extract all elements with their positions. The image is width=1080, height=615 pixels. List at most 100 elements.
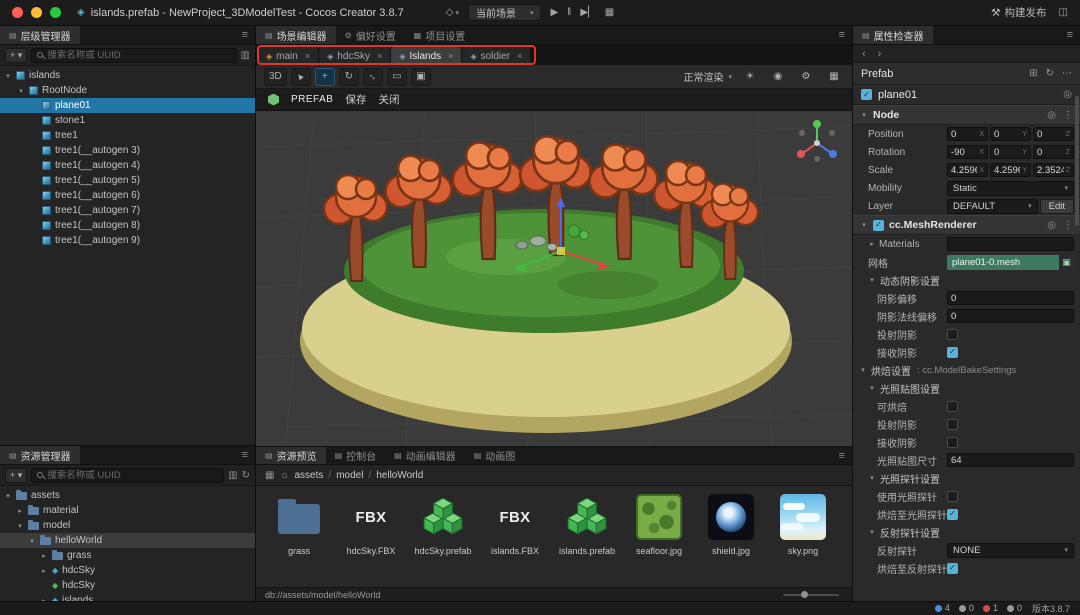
property-checkbox[interactable] [947,400,958,412]
expander-icon[interactable] [30,237,38,244]
breadcrumb-segment[interactable]: helloWorld [376,470,423,481]
close-window-button[interactable] [12,7,23,18]
collapse-icon[interactable]: ▾ [860,111,868,119]
prefab-save-button[interactable]: 保存 [345,92,366,107]
node-help-icon[interactable]: ◎ [1063,89,1072,100]
property-checkbox[interactable]: ✓ [947,346,958,358]
array-size-field[interactable] [947,237,1074,251]
property-group[interactable]: ▾ 反射探针设置 [853,523,1080,541]
panel-menu-icon[interactable]: ≡ [235,446,255,464]
tab-close-icon[interactable]: × [305,51,310,61]
asset-grid-item[interactable]: islands.prefab [554,491,620,587]
hierarchy-search[interactable] [31,47,237,63]
tab-assets[interactable]: ▤ 资源管理器 [0,446,80,464]
collapse-icon[interactable]: ▾ [868,276,876,284]
menu-dots-icon[interactable]: ⋮ [1063,110,1073,121]
number-input[interactable]: 0 [947,291,1074,305]
assets-search-input[interactable] [47,469,219,481]
collapse-icon[interactable]: ▾ [868,528,876,536]
refresh-icon[interactable]: ↻ [242,470,250,481]
help-icon[interactable]: ◎ [1047,220,1056,231]
hierarchy-node-row[interactable]: tree1(__autogen 3) [0,143,255,158]
hierarchy-node-row[interactable]: tree1(__autogen 9) [0,233,255,248]
hierarchy-node-row[interactable]: tree1(__autogen 7) [0,203,255,218]
asset-node-row[interactable]: ▸ ◆ hdcSky [0,563,255,578]
axis-gizmo[interactable] [790,115,844,172]
asset-node-row[interactable]: ▾ assets [0,488,255,503]
property-checkbox[interactable] [947,328,958,340]
asset-grid-item[interactable]: hdcSky.prefab [410,491,476,587]
step-button[interactable]: ▶▏ [580,7,595,18]
select-dropdown[interactable]: Static ▾ [947,180,1074,196]
tab-preferences[interactable]: ⚙ 偏好设置 [336,26,405,44]
assets-search[interactable] [31,467,225,483]
property-group[interactable]: ▾ 光照探针设置 [853,469,1080,487]
log-counter[interactable]: 1 [982,603,998,613]
vector-input-x[interactable]: 0X [947,127,988,141]
asset-node-row[interactable]: ▾ model [0,518,255,533]
collapse-icon[interactable]: ▾ [860,221,868,229]
vector-input-z[interactable]: 0Z [1033,127,1074,141]
asset-grid-item[interactable]: seafloor.jpg [626,491,692,587]
prefab-locate-icon[interactable]: ⊞ [1029,68,1037,79]
prefab-sync-icon[interactable]: ↻ [1046,68,1054,79]
scene-select[interactable]: 当前场景 ▾ [467,4,542,21]
tab-inspector[interactable]: ▤ 属性检查器 [853,26,933,44]
scale-tool-icon[interactable]: ↔ [362,67,383,86]
expander-icon[interactable] [30,192,38,199]
tab-close-icon[interactable]: × [377,51,382,61]
move-tool-icon[interactable]: + [314,67,335,86]
hierarchy-node-row[interactable]: tree1(__autogen 6) [0,188,255,203]
vector-input-x[interactable]: -90 X [947,145,988,159]
property-group[interactable]: ▾ 烘焙设置: cc.ModelBakeSettings [853,361,1080,379]
prefab-more-icon[interactable]: ⋯ [1062,68,1072,79]
expander-icon[interactable]: ▸ [16,507,24,515]
asset-grid-item[interactable]: FBX hdcSky.FBX [338,491,404,587]
expander-icon[interactable] [30,162,38,169]
create-asset-button[interactable]: + ▾ [5,467,28,483]
asset-node-row[interactable]: ▸ ◆ islands [0,593,255,601]
camera-icon[interactable]: ◉ [768,68,788,86]
nav-back-icon[interactable]: ‹ [862,48,866,60]
vector-input-z[interactable]: 2.3524 Z [1033,163,1074,177]
tab-project-settings[interactable]: ▦ 项目设置 [405,26,475,44]
property-group[interactable]: ▾ 动态阴影设置 [853,271,1080,289]
property-checkbox[interactable]: ✓ [947,508,958,520]
asset-grid-item[interactable]: FBX islands.FBX [482,491,548,587]
property-checkbox[interactable] [947,490,958,502]
asset-grid-item[interactable]: shield.jpg [698,491,764,587]
home-icon[interactable]: ⌂ [281,470,287,481]
expander-icon[interactable] [30,222,38,229]
layer-select[interactable]: DEFAULT ▾ [947,198,1038,214]
collapse-icon[interactable]: ▸ [868,240,876,248]
number-input[interactable]: 64 [947,453,1074,467]
expander-icon[interactable] [40,582,48,589]
tab-scene-editor[interactable]: ▤ 场景编辑器 [256,26,336,44]
edit-layer-button[interactable]: Edit [1039,198,1074,214]
doc-tab-Islands[interactable]: ◈ Islands × [391,47,462,65]
asset-node-row[interactable]: ▾ helloWorld [0,533,255,548]
device-icon[interactable]: ◇ ▾ [446,7,459,18]
pause-button[interactable]: ‖ [567,7,571,18]
property-group[interactable]: ▾ 光照贴图设置 [853,379,1080,397]
sort-icon[interactable]: ▥ [228,470,237,481]
create-node-button[interactable]: + ▾ [5,47,28,63]
nav-forward-icon[interactable]: › [878,48,882,60]
doc-tab-soldier[interactable]: ◈ soldier × [462,47,531,65]
expander-icon[interactable]: ▸ [40,567,48,575]
hierarchy-node-row[interactable]: ▾ RootNode [0,83,255,98]
light-icon[interactable]: ☀ [740,68,760,86]
hierarchy-node-row[interactable]: tree1(__autogen 4) [0,158,255,173]
minimize-window-button[interactable] [31,7,42,18]
zoom-window-button[interactable] [50,7,61,18]
app-window-icon[interactable]: ◫ [1059,7,1068,18]
expander-icon[interactable] [30,132,38,139]
asset-node-row[interactable]: ▸ material [0,503,255,518]
prefab-close-button[interactable]: 关闭 [378,92,399,107]
select-tool-icon[interactable]: ▲ [290,67,311,86]
tab-close-icon[interactable]: × [517,51,522,61]
node-active-checkbox[interactable]: ✓ [861,89,872,100]
layout-grid-icon[interactable]: ▦ [605,7,614,18]
doc-tab-hdcSky[interactable]: ◈ hdcSky × [319,47,391,65]
panel-menu-icon[interactable]: ≡ [832,447,852,464]
